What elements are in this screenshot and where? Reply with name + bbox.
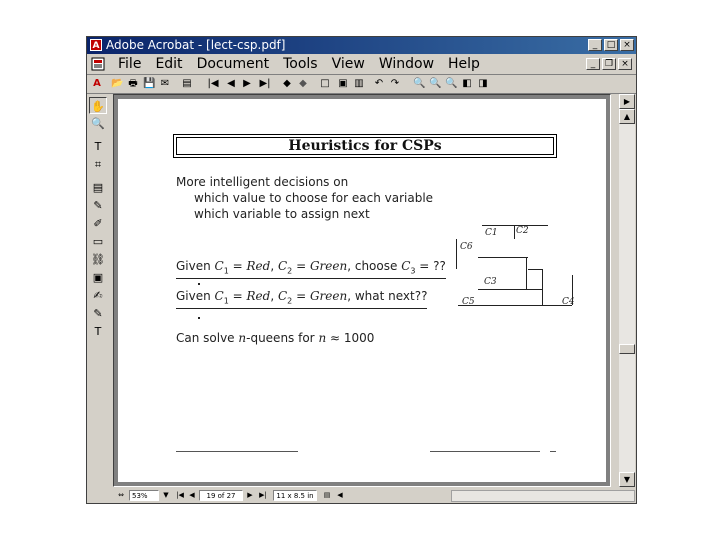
- scroll-thumb[interactable]: [619, 344, 635, 354]
- acrobat-window: A Adobe Acrobat - [lect-csp.pdf] _ □ × F…: [86, 36, 637, 504]
- hand-tool-icon[interactable]: ✋: [89, 97, 107, 114]
- graph-label-c6: C6: [460, 242, 473, 252]
- zoom-tool-icon[interactable]: 🔍: [89, 115, 107, 132]
- title-bar[interactable]: A Adobe Acrobat - [lect-csp.pdf] _ □ ×: [87, 37, 636, 54]
- doc-close-button[interactable]: ×: [618, 58, 632, 70]
- search-icon[interactable]: 🔍: [429, 77, 441, 90]
- text-touchup-icon[interactable]: T: [89, 323, 107, 340]
- doc-restore-button[interactable]: ❐: [602, 58, 616, 70]
- form-tool-icon[interactable]: ▭: [89, 233, 107, 250]
- graph-label-c4: C4: [562, 297, 575, 307]
- horizontal-scrollbar[interactable]: [451, 490, 635, 502]
- crop-tool-icon[interactable]: ⌗: [89, 156, 107, 173]
- menu-file[interactable]: File: [111, 56, 148, 73]
- article-tool-icon[interactable]: ▤: [89, 179, 107, 196]
- note-tool-icon[interactable]: ✎: [89, 305, 107, 322]
- menu-help[interactable]: Help: [441, 56, 487, 73]
- magnify-icon[interactable]: ⇔: [115, 490, 127, 501]
- next-page-icon[interactable]: ▶: [245, 490, 255, 501]
- rotate-right-icon[interactable]: ↷: [389, 77, 401, 90]
- menu-tools[interactable]: Tools: [276, 56, 325, 73]
- window-title: Adobe Acrobat - [lect-csp.pdf]: [106, 38, 286, 52]
- menu-view[interactable]: View: [325, 56, 372, 73]
- menu-bar: File Edit Document Tools View Window Hel…: [87, 54, 636, 75]
- slide-text-line: which value to choose for each variable: [194, 191, 434, 205]
- minimize-button[interactable]: _: [588, 39, 602, 51]
- bullet-dot: [198, 317, 200, 319]
- next-page-icon[interactable]: ▶: [241, 77, 253, 90]
- footer-rule-left: [176, 451, 298, 452]
- footer-mark: [550, 451, 556, 452]
- graph-label-c1: C1: [485, 228, 498, 238]
- slide-title: Heuristics for CSPs: [176, 137, 554, 155]
- document-view[interactable]: Heuristics for CSPs More intelligent dec…: [113, 94, 611, 487]
- document-icon[interactable]: [91, 57, 105, 71]
- page-layout-icon[interactable]: ▤: [321, 490, 333, 501]
- first-page-icon[interactable]: |◀: [175, 490, 185, 501]
- pencil-tool-icon[interactable]: ✎: [89, 197, 107, 214]
- go-forward-icon[interactable]: ◆: [297, 77, 309, 90]
- menu-edit[interactable]: Edit: [148, 56, 189, 73]
- fit-width-icon[interactable]: ▥: [353, 77, 365, 90]
- given-line-2: Given C1 = Red, C2 = Green, what next??: [176, 289, 428, 310]
- next-highlight-icon[interactable]: ◨: [477, 77, 489, 90]
- actual-size-icon[interactable]: □: [319, 77, 331, 90]
- maximize-button[interactable]: □: [604, 39, 618, 51]
- prev-page-icon[interactable]: ◀: [225, 77, 237, 90]
- given-line-1: Given C1 = Red, C2 = Green, choose C3 = …: [176, 259, 446, 280]
- save-icon[interactable]: 💾: [143, 77, 155, 90]
- toolbar: A 📂 🖶 💾 ✉ ▤ |◀ ◀ ▶ ▶| ◆ ◆ □ ▣ ▥ ↶ ↷ 🔍 🔍 …: [87, 75, 636, 94]
- movie-tool-icon[interactable]: ▣: [89, 269, 107, 286]
- scroll-up-icon[interactable]: ▲: [619, 109, 635, 124]
- close-button[interactable]: ×: [620, 39, 634, 51]
- scroll-page-up-icon[interactable]: ▶: [619, 94, 635, 109]
- scroll-left-icon[interactable]: ◀: [335, 490, 345, 501]
- touchup-tool-icon[interactable]: ✍: [89, 287, 107, 304]
- link-tool-icon[interactable]: ⛓: [89, 251, 107, 268]
- print-icon[interactable]: 🖶: [127, 77, 139, 90]
- graph-label-c3: C3: [484, 277, 497, 287]
- menu-document[interactable]: Document: [190, 56, 277, 73]
- zoom-dropdown-icon[interactable]: ▼: [161, 490, 171, 501]
- prev-page-icon[interactable]: ◀: [187, 490, 197, 501]
- text-select-icon[interactable]: T: [89, 138, 107, 155]
- acrobat-icon[interactable]: A: [90, 39, 102, 51]
- pdf-page: Heuristics for CSPs More intelligent dec…: [118, 99, 606, 482]
- find-icon[interactable]: 🔍: [413, 77, 425, 90]
- highlight-tool-icon[interactable]: ✐: [89, 215, 107, 232]
- prev-highlight-icon[interactable]: ◧: [461, 77, 473, 90]
- menu-window[interactable]: Window: [372, 56, 441, 73]
- slide-text-line: which variable to assign next: [194, 207, 370, 221]
- scroll-down-icon[interactable]: ▼: [619, 472, 635, 487]
- go-back-icon[interactable]: ◆: [281, 77, 293, 90]
- open-icon[interactable]: 📂: [111, 77, 123, 90]
- last-page-icon[interactable]: ▶|: [257, 490, 269, 501]
- email-icon[interactable]: ✉: [159, 77, 171, 90]
- doc-minimize-button[interactable]: _: [586, 58, 600, 70]
- show-hide-nav-icon[interactable]: ▤: [181, 77, 193, 90]
- footer-rule-right: [430, 451, 540, 452]
- zoom-field[interactable]: 53%: [129, 490, 159, 501]
- first-page-icon[interactable]: |◀: [205, 77, 221, 90]
- search-results-icon[interactable]: 🔍: [445, 77, 457, 90]
- vertical-scrollbar[interactable]: ▶ ▲ ▼: [619, 94, 635, 487]
- last-page-icon[interactable]: ▶|: [257, 77, 273, 90]
- tool-palette: ✋ 🔍 T ⌗ ▤ ✎ ✐ ▭ ⛓ ▣ ✍ ✎ T: [89, 97, 111, 340]
- fit-page-icon[interactable]: ▣: [337, 77, 349, 90]
- page-number-field[interactable]: 19 of 27: [199, 490, 243, 501]
- slide-text-line: More intelligent decisions on: [176, 175, 349, 189]
- graph-label-c5: C5: [462, 297, 475, 307]
- nqueens-line: Can solve n-queens for n ≈ 1000: [176, 331, 375, 345]
- rotate-left-icon[interactable]: ↶: [373, 77, 385, 90]
- page-size-field: 11 x 8.5 in: [273, 490, 317, 501]
- acrobat-logo-icon[interactable]: A: [91, 77, 103, 90]
- status-bar: ⇔ 53% ▼ |◀ ◀ 19 of 27 ▶ ▶| 11 x 8.5 in ▤…: [113, 489, 635, 503]
- bullet-dot: [198, 283, 200, 285]
- graph-label-c2: C2: [516, 226, 529, 236]
